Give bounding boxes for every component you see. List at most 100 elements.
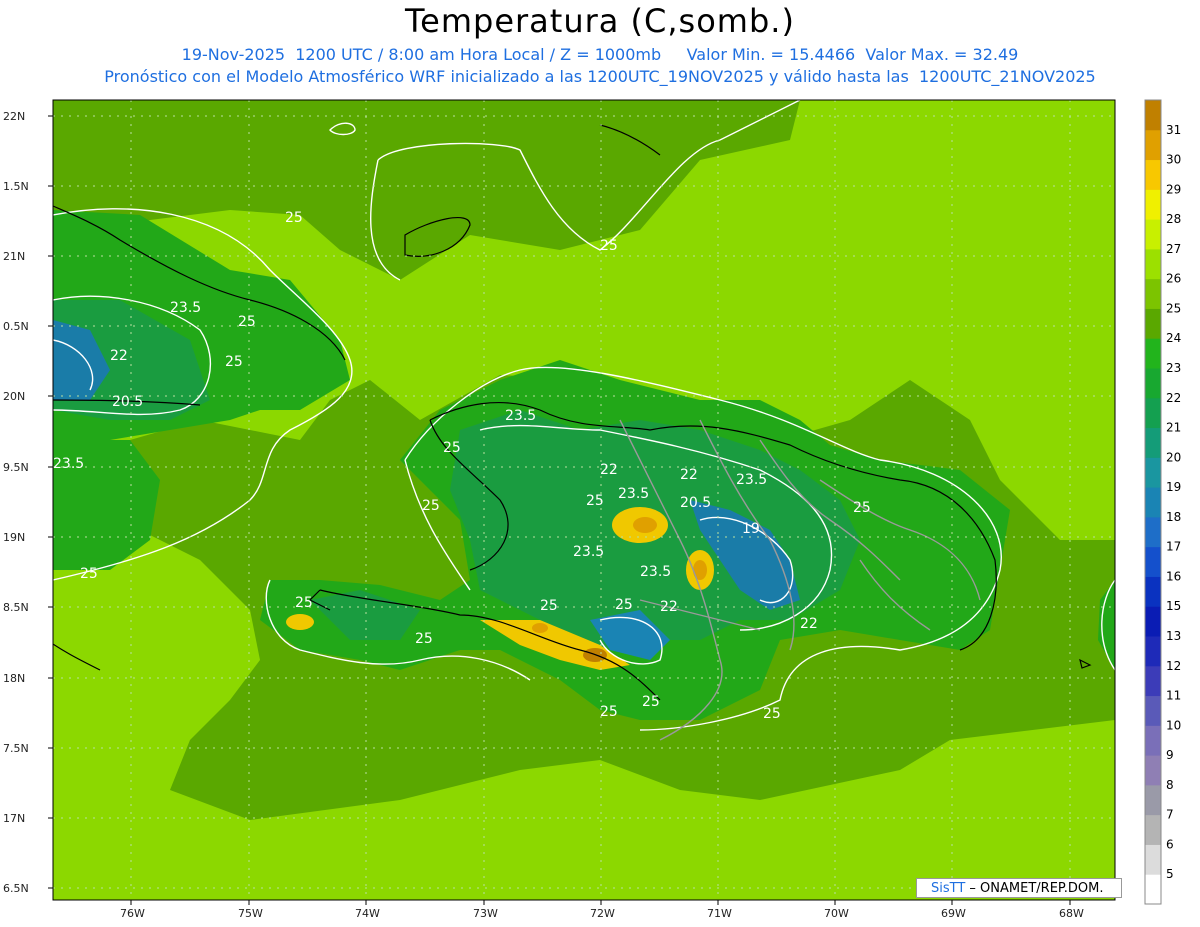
colorbar-swatch: [1145, 487, 1161, 518]
lat-label: 21N: [3, 250, 25, 263]
colorbar-label: 28: [1166, 212, 1181, 226]
colorbar-label: 31: [1166, 123, 1181, 137]
contour-label: 20.5: [112, 394, 143, 410]
contour-label: 25: [600, 238, 618, 254]
colorbar-label: 5: [1166, 867, 1174, 881]
colorbar-label: 7: [1166, 808, 1174, 822]
colorbar-swatch: [1145, 278, 1161, 309]
colorbar-label: 6: [1166, 837, 1174, 851]
contour-label: 22: [600, 462, 618, 478]
lon-label: 72W: [590, 907, 615, 920]
contour-label: 25: [295, 595, 313, 611]
lat-label: 0.5N: [3, 320, 29, 333]
colorbar-label: 8: [1166, 778, 1174, 792]
contour-label: 22: [110, 348, 128, 364]
credit-box: SisTT – ONAMET/REP.DOM.: [916, 878, 1122, 898]
colorbar-label: 20: [1166, 450, 1181, 464]
contour-label: 25: [586, 493, 604, 509]
contour-label: 25: [225, 354, 243, 370]
colorbar-swatch: [1145, 814, 1161, 845]
colorbar-label: 29: [1166, 182, 1181, 196]
lat-label: 7.5N: [3, 742, 29, 755]
colorbar-swatch: [1145, 427, 1161, 458]
contour-label: 23.5: [573, 544, 604, 560]
lat-label: 6.5N: [3, 882, 29, 895]
lon-label: 76W: [120, 907, 145, 920]
colorbar-swatch: [1145, 695, 1161, 726]
contour-label: 25: [415, 631, 433, 647]
contour-label: 22: [660, 599, 678, 615]
lat-label: 18N: [3, 672, 25, 685]
colorbar-label: 15: [1166, 599, 1181, 613]
colorbar-swatch: [1145, 248, 1161, 280]
colorbar-swatch: [1145, 129, 1161, 161]
lon-ticks: [130, 900, 1071, 905]
temperature-field: 25 25 23.5 25 22 25 20.5 23.5 25 23.5 25…: [53, 100, 1115, 900]
lon-label: 68W: [1059, 907, 1084, 920]
contour-label: 25: [853, 500, 871, 516]
colorbar-swatch: [1145, 100, 1161, 131]
colorbar-label: 10: [1166, 718, 1181, 732]
colorbar-label: 19: [1166, 480, 1181, 494]
contour-label: 25: [600, 704, 618, 720]
contour-label: 23.5: [640, 564, 671, 580]
contour-label: 22: [680, 467, 698, 483]
contour-label: 23.5: [618, 486, 649, 502]
lon-label: 74W: [355, 907, 380, 920]
lat-label: 1.5N: [3, 180, 29, 193]
colorbar-swatch: [1145, 219, 1161, 250]
colorbar-swatch: [1145, 308, 1161, 339]
lon-label: 69W: [941, 907, 966, 920]
contour-label: 25: [80, 566, 98, 582]
longitude-labels: 76W 75W 74W 73W 72W 71W 70W 69W 68W: [120, 907, 1084, 920]
colorbar-swatch: [1145, 844, 1161, 875]
contour-label: 25: [540, 598, 558, 614]
lat-ticks: [48, 115, 53, 889]
contour-label: 25: [763, 706, 781, 722]
contour-label: 20.5: [680, 495, 711, 511]
colorbar-swatch: [1145, 516, 1161, 548]
contour-label: 23.5: [170, 300, 201, 316]
colorbar-label: 18: [1166, 510, 1181, 524]
colorbar-swatch: [1145, 874, 1161, 905]
colorbar-swatch: [1145, 546, 1161, 577]
colorbar-swatch: [1145, 755, 1161, 786]
contour-label: 23.5: [53, 456, 84, 472]
warm-spot-4: [286, 614, 314, 630]
colorbar-label: 13: [1166, 629, 1181, 643]
colorbar-label: 24: [1166, 331, 1181, 345]
colorbar-swatch: [1145, 725, 1161, 756]
lat-label: 19N: [3, 531, 25, 544]
lat-label: 22N: [3, 110, 25, 123]
credit-text: – ONAMET/REP.DOM.: [965, 881, 1104, 896]
contour-label: 25: [443, 440, 461, 456]
contour-label: 25: [422, 498, 440, 514]
contour-label: 23.5: [505, 408, 536, 424]
contour-label: 25: [238, 314, 256, 330]
credit-brand: SisTT: [931, 881, 966, 896]
colorbar-label: 22: [1166, 391, 1181, 405]
colorbar-label: 26: [1166, 272, 1181, 286]
colorbar-swatch: [1145, 665, 1161, 697]
lon-label: 75W: [238, 907, 263, 920]
latitude-labels: 22N 1.5N 21N 0.5N 20N 9.5N 19N 8.5N 18N …: [3, 110, 29, 895]
contour-label: 22: [800, 616, 818, 632]
colorbar-swatch: [1145, 189, 1161, 220]
lat-label: 8.5N: [3, 601, 29, 614]
colorbar-label: 9: [1166, 748, 1174, 762]
colorbar-label: 23: [1166, 361, 1181, 375]
lon-label: 70W: [824, 907, 849, 920]
colorbar-swatch: [1145, 636, 1161, 667]
colorbar-swatch: [1145, 457, 1161, 488]
lat-label: 20N: [3, 390, 25, 403]
lat-label: 9.5N: [3, 461, 29, 474]
colorbar-swatch: [1145, 338, 1161, 369]
colorbar-label: 17: [1166, 540, 1181, 554]
colorbar-label: 30: [1166, 153, 1181, 167]
map-canvas: 25 25 23.5 25 22 25 20.5 23.5 25 23.5 25…: [3, 99, 1181, 920]
contour-label: 19: [742, 521, 760, 537]
colorbar-label: 27: [1166, 242, 1181, 256]
lon-label: 71W: [707, 907, 732, 920]
colorbar-label: 25: [1166, 301, 1181, 315]
colorbar-swatch: [1145, 159, 1161, 190]
